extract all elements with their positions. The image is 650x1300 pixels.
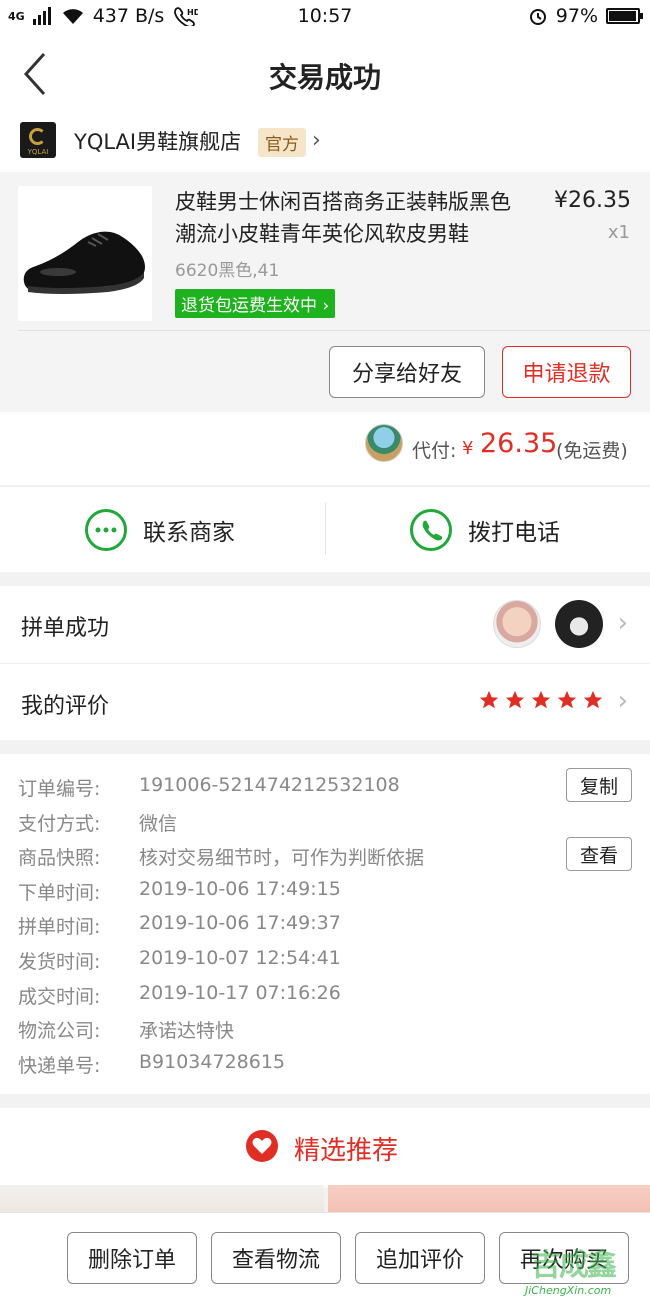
pay-note: (免运费) (556, 440, 628, 462)
call-phone-label: 拨打电话 (468, 520, 560, 546)
order-info-label: 成交时间: (18, 985, 101, 1008)
order-info-row: 发货时间: 2019-10-07 12:54:41 (0, 947, 650, 977)
payment-row: 代付: ¥ 26.35 (免运费) (0, 412, 650, 485)
app-header: 交易成功 (0, 34, 650, 116)
order-info-row: 物流公司: 承诺达特快 (0, 1016, 650, 1046)
order-info-section: 订单编号: 191006-521474212532108 复制 支付方式: 微信 商品快照… (0, 754, 650, 1094)
payer-avatar (365, 424, 403, 462)
order-info-value: 2019-10-06 17:49:37 (139, 912, 341, 935)
watermark-text: JiChengXin.com (525, 1284, 612, 1297)
group-label: 拼单成功 (21, 616, 110, 641)
contact-row: 联系商家 拨打电话 (0, 486, 650, 572)
order-info-value: 2019-10-06 17:49:15 (139, 877, 341, 900)
order-info-row: 订单编号: 191006-521474212532108 复制 (0, 768, 650, 804)
order-info-label: 快递单号: (18, 1054, 101, 1077)
star-icon (557, 690, 577, 709)
add-review-button[interactable]: 追加评价 (355, 1232, 485, 1284)
order-info-label: 物流公司: (18, 1020, 101, 1043)
order-info-value: 承诺达特快 (139, 1020, 235, 1043)
chevron-right-icon: › (617, 608, 628, 638)
star-icon (583, 690, 603, 709)
phone-icon (410, 509, 452, 551)
watermark: 吉成鑫 JiChengXin.com (525, 1240, 650, 1300)
product-image[interactable] (18, 186, 152, 321)
view-logistics-button[interactable]: 查看物流 (211, 1232, 341, 1284)
product-quantity: x1 (607, 222, 630, 243)
store-row[interactable]: YQLAI YQLAI男鞋旗舰店 官方 › (0, 116, 650, 172)
copy-button[interactable]: 复制 (566, 768, 632, 802)
official-badge: 官方 (258, 128, 306, 157)
status-bar: 4G 437 B/s HD 10:57 97% (0, 0, 650, 34)
pay-amount: 26.35 (480, 428, 558, 459)
heart-icon (246, 1130, 278, 1162)
order-info-value: 2019-10-07 12:54:41 (139, 947, 341, 969)
shoe-icon (23, 231, 145, 294)
contact-merchant-label: 联系商家 (143, 520, 235, 546)
product-title: 皮鞋男士休闲百搭商务正装韩版黑色潮流小皮鞋青年英伦风软皮男鞋 (175, 190, 511, 246)
order-info-value: 核对交易细节时，可作为判断依据 (139, 847, 425, 870)
contact-merchant-button[interactable]: 联系商家 (85, 487, 235, 573)
order-info-row: 成交时间: 2019-10-17 07:16:26 (0, 982, 650, 1012)
page-title: 交易成功 (268, 61, 381, 94)
divider (18, 330, 650, 331)
avatar (493, 600, 541, 648)
order-info-value: 微信 (139, 812, 178, 835)
order-info-label: 拼单时间: (18, 916, 101, 939)
order-info-value: 2019-10-17 07:16:26 (139, 981, 341, 1004)
order-info-label: 支付方式: (18, 812, 101, 835)
refund-button[interactable]: 申请退款 (502, 346, 631, 398)
review-label: 我的评价 (21, 694, 110, 719)
chevron-right-icon: › (312, 128, 321, 153)
store-name[interactable]: YQLAI男鞋旗舰店 (74, 126, 241, 156)
return-badge-label: 退货包运费生效中 (181, 296, 317, 316)
return-shipping-badge[interactable]: 退货包运费生效中 › (175, 289, 336, 318)
order-info-row: 快递单号: B91034728615 (0, 1051, 650, 1081)
battery-percent: 97% (555, 5, 598, 27)
order-info-row: 商品快照: 核对交易细节时，可作为判断依据 查看 (0, 837, 650, 873)
store-logo-text: YQLAI (27, 148, 49, 156)
call-phone-button[interactable]: 拨打电话 (410, 487, 560, 573)
chevron-right-icon: › (617, 686, 628, 716)
group-review-section: 拼单成功 › 我的评价 › (0, 586, 650, 740)
order-info-value: B91034728615 (139, 1050, 286, 1073)
product-price: ¥26.35 (554, 188, 631, 213)
order-info-row: 下单时间: 2019-10-06 17:49:15 (0, 878, 650, 908)
star-icon (479, 690, 499, 709)
recommend-header: 精选推荐 (0, 1108, 650, 1188)
order-info-row: 拼单时间: 2019-10-06 17:49:37 (0, 912, 650, 942)
order-info-row: 支付方式: 微信 (0, 809, 650, 839)
recommend-title: 精选推荐 (294, 1136, 399, 1166)
store-logo: YQLAI (20, 122, 56, 158)
watermark-chars: 吉成鑫 (531, 1248, 617, 1283)
battery-icon (606, 8, 643, 24)
order-info-label: 发货时间: (18, 951, 101, 973)
group-row[interactable]: 拼单成功 › (0, 586, 650, 663)
pay-label: 代付: (412, 440, 457, 462)
divider (325, 503, 326, 555)
product-spec: 6620黑色,41 (175, 261, 280, 281)
share-button[interactable]: 分享给好友 (329, 346, 485, 398)
delete-order-button[interactable]: 删除订单 (67, 1232, 197, 1284)
order-info-label: 订单编号: (18, 778, 101, 800)
alarm-icon (529, 9, 546, 25)
pay-currency: ¥ (462, 438, 474, 459)
star-icon (531, 690, 551, 709)
order-info-value: 191006-521474212532108 (139, 774, 400, 796)
star-icon (505, 690, 525, 709)
product-card[interactable]: 皮鞋男士休闲百搭商务正装韩版黑色潮流小皮鞋青年英伦风软皮男鞋 ¥26.35 x1… (0, 172, 650, 412)
order-info-label: 商品快照: (18, 847, 101, 870)
avatar (555, 600, 603, 648)
order-info-label: 下单时间: (18, 881, 101, 904)
rating-stars (478, 689, 604, 711)
view-snapshot-button[interactable]: 查看 (566, 837, 632, 872)
chat-icon (85, 509, 127, 551)
